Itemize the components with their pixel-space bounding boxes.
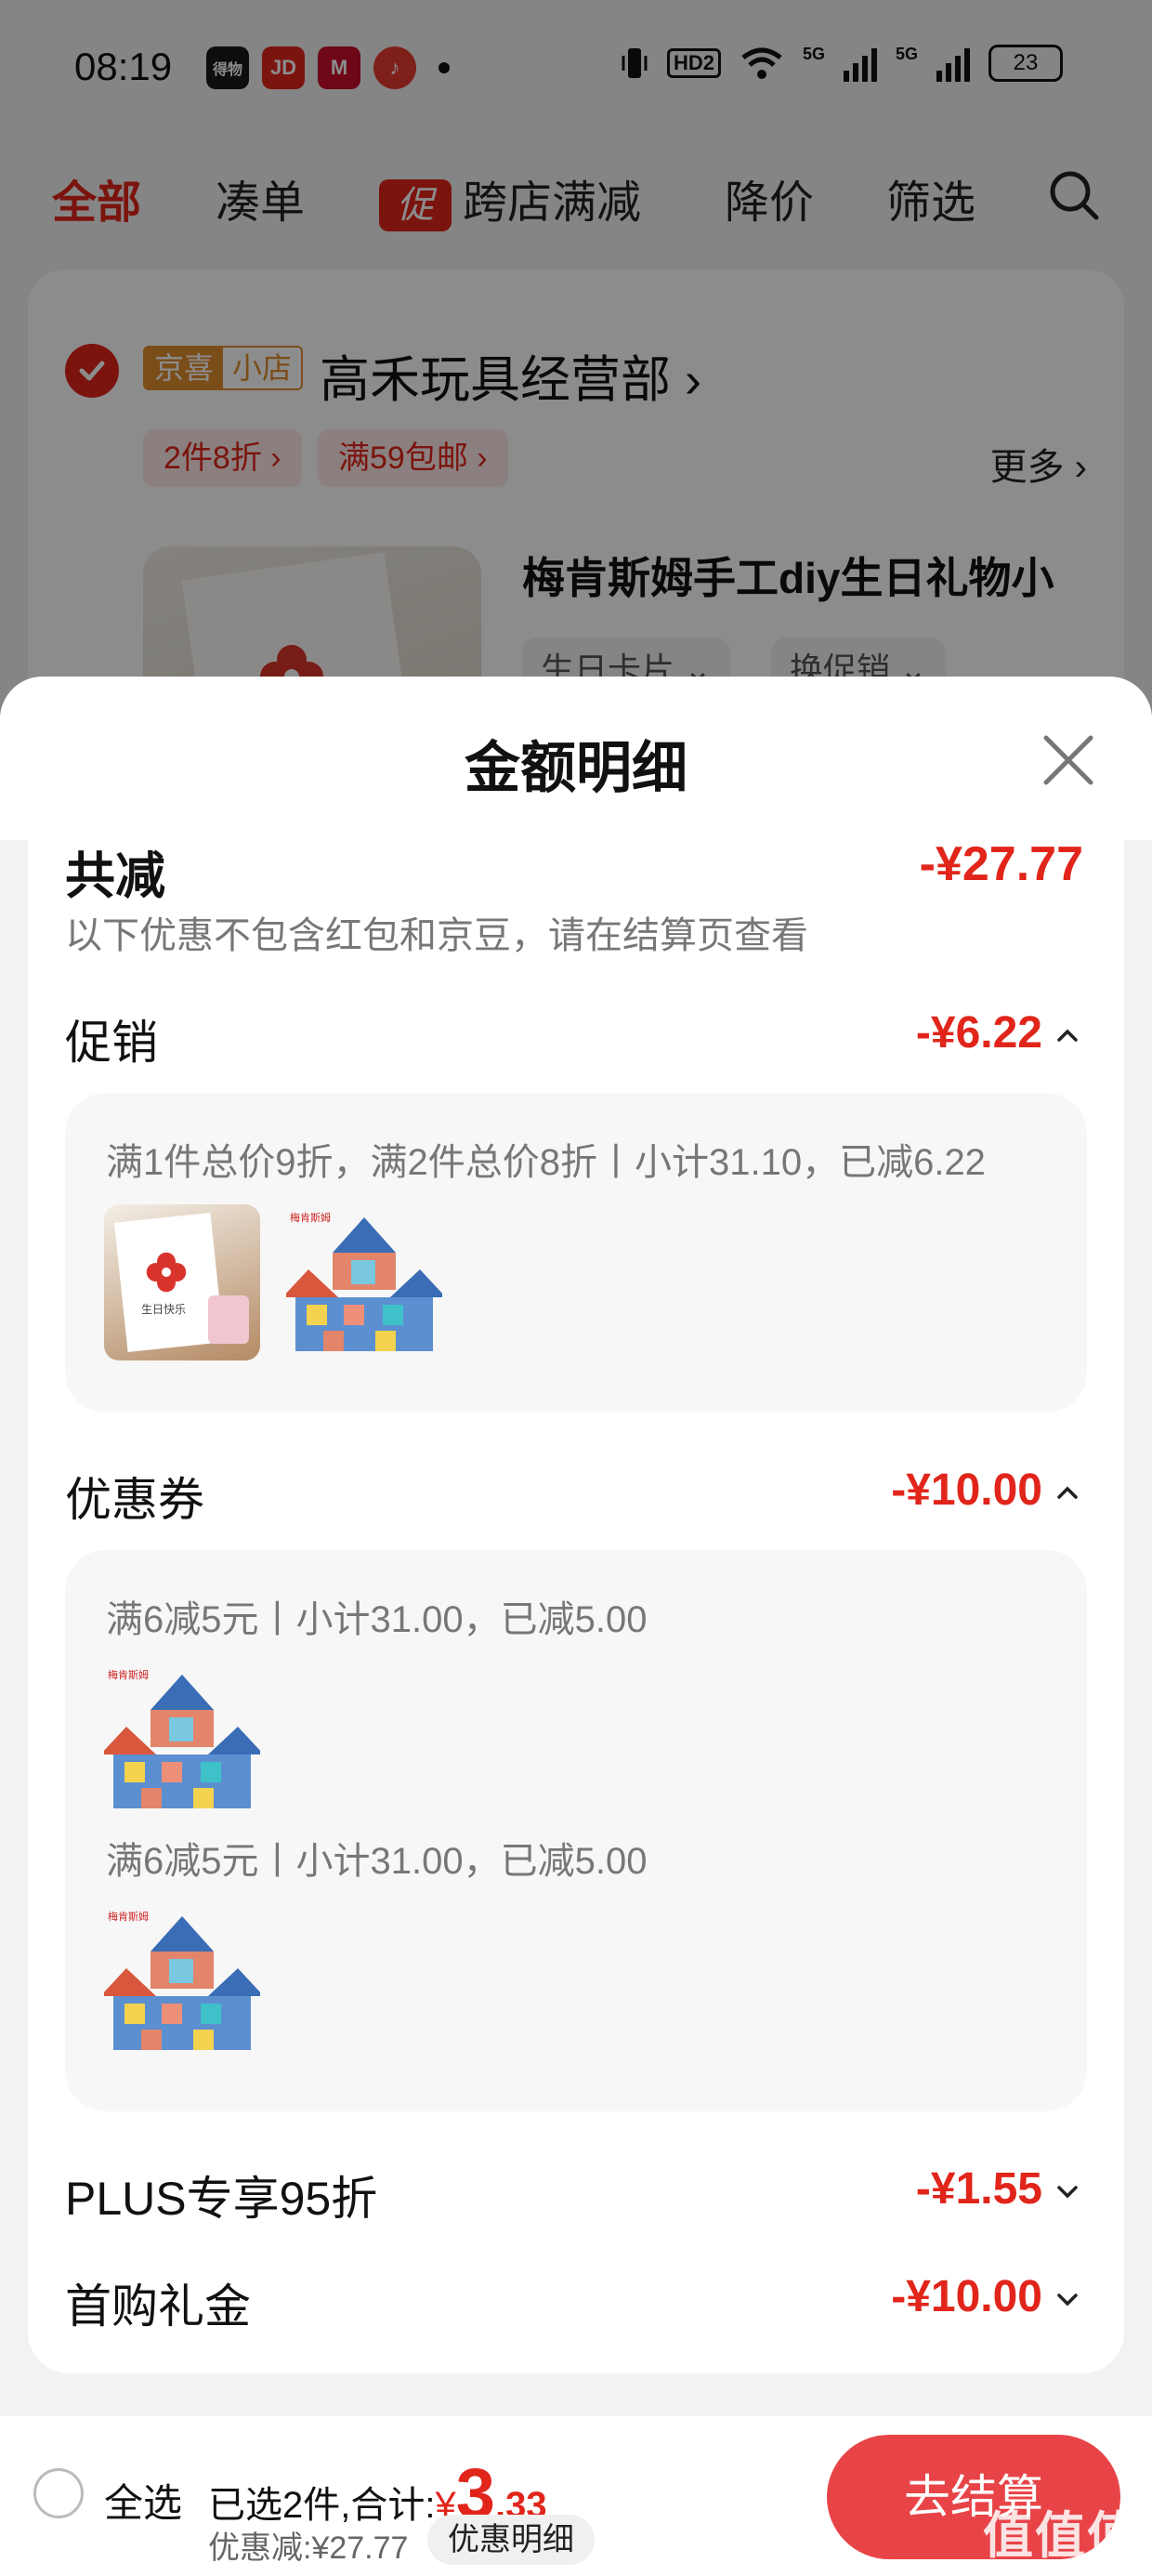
cake-icon (208, 1295, 249, 1344)
promo-detail-box: 满1件总价9折，满2件总价8折丨小计31.10，已减6.22 生日快乐 梅肯斯姆 (65, 1093, 1087, 1413)
block-house-toy-icon (104, 1675, 260, 1808)
promo-detail-text: 满1件总价9折，满2件总价8折丨小计31.10，已减6.22 (106, 1142, 986, 1183)
discount-detail-button[interactable]: 优惠明细 (427, 2515, 595, 2565)
coupon-amount: -¥10.00 (891, 1465, 1042, 1515)
total-discount-label: 共减 (65, 848, 165, 904)
plus-row-toggle[interactable]: -¥1.55 (916, 2163, 1083, 2215)
chevron-down-icon (1057, 2186, 1078, 2199)
select-all-checkbox[interactable] (33, 2468, 84, 2518)
first-gift-row-toggle[interactable]: -¥10.00 (891, 2271, 1083, 2322)
plus-discount-amount: -¥1.55 (915, 2164, 1042, 2214)
coupon-label: 优惠券 (65, 1474, 204, 1526)
chevron-down-icon (1057, 2293, 1078, 2307)
flower-icon (146, 1252, 187, 1293)
sheet-header: 金额明细 (0, 677, 1152, 840)
promo-amount: -¥6.22 (915, 1008, 1042, 1058)
first-gift-amount: -¥10.00 (891, 2272, 1042, 2321)
saved-amount: 优惠减:¥27.77 (208, 2530, 409, 2566)
chevron-up-icon (1057, 1486, 1078, 1500)
coupon-detail-box: 满6减5元丨小计31.00，已减5.00 梅肯斯姆 满6减5元丨小计31.00，… (65, 1550, 1087, 2111)
coupon-detail-text: 满6减5元丨小计31.00，已减5.00 (106, 1599, 648, 1640)
watermark-url: zhizhizhi.com (983, 2568, 1139, 2576)
select-all-label[interactable]: 全选 (104, 2472, 182, 2529)
sheet-title: 金额明细 (465, 737, 687, 799)
block-house-toy-icon (104, 1916, 260, 2050)
promo-label: 促销 (65, 1017, 158, 1069)
discount-detail-panel: 共减 -¥27.77 以下优惠不包含红包和京豆，请在结算页查看 促销 -¥6.2… (28, 840, 1124, 2373)
first-gift-label: 首购礼金 (65, 2280, 251, 2333)
block-house-toy-icon (286, 1217, 442, 1351)
chevron-up-icon (1057, 1029, 1078, 1043)
coupon-detail-text: 满6减5元丨小计31.00，已减5.00 (106, 1841, 648, 1882)
total-discount-note: 以下优惠不包含红包和京豆，请在结算页查看 (65, 915, 808, 956)
card-text: 生日快乐 (141, 1303, 187, 1316)
watermark: 值值值 zhizhizhi.com (983, 2494, 1139, 2576)
close-icon[interactable] (1039, 730, 1098, 790)
promo-row-toggle[interactable]: -¥6.22 (916, 1007, 1083, 1058)
checkout-bar: 全选 已选2件,合计:¥3.33 优惠减:¥27.77 优惠明细 去结算 (0, 2416, 1152, 2576)
coupon-row-toggle[interactable]: -¥10.00 (891, 1465, 1083, 1516)
amount-detail-sheet: 金额明细 共减 -¥27.77 以下优惠不包含红包和京豆，请在结算页查看 促销 … (0, 677, 1152, 2576)
product-thumb-toy[interactable]: 梅肯斯姆 (286, 1204, 442, 1360)
product-thumb-toy[interactable]: 梅肯斯姆 (104, 1903, 260, 2059)
product-thumb-card[interactable]: 生日快乐 (104, 1204, 260, 1360)
plus-discount-label: PLUS专享95折 (65, 2173, 378, 2225)
watermark-logo: 值值值 (983, 2508, 1139, 2564)
total-discount-amount: -¥27.77 (919, 840, 1083, 891)
product-thumb-toy[interactable]: 梅肯斯姆 (104, 1662, 260, 1818)
selected-count-text: 已选2件,合计: (208, 2485, 436, 2526)
